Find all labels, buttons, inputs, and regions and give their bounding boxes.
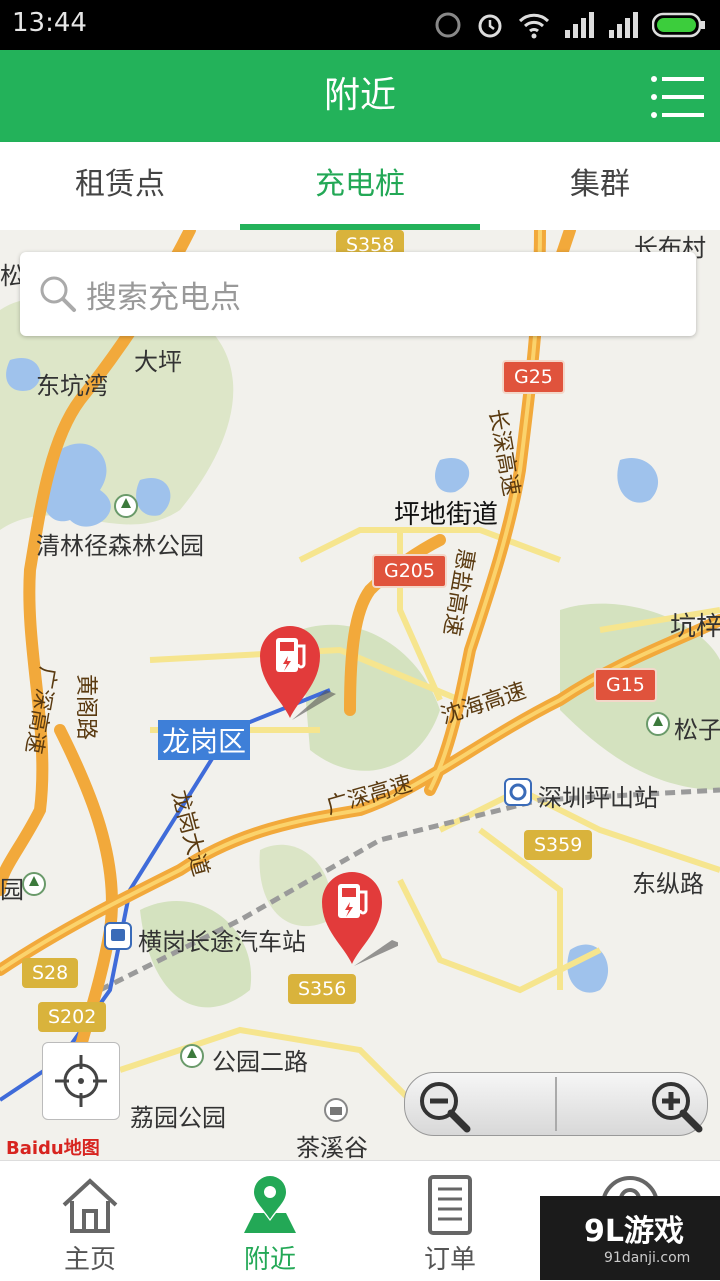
- bus-station-icon: [104, 922, 132, 950]
- park-icon: [114, 494, 138, 518]
- app-header: 附近: [0, 50, 720, 142]
- train-station-icon: [504, 778, 532, 806]
- road-shield-s28: S28: [22, 958, 79, 988]
- locate-me-button[interactable]: [42, 1042, 120, 1120]
- search-placeholder: 搜索充电点: [86, 280, 241, 316]
- status-time: 13:44: [12, 8, 87, 38]
- home-icon: [62, 1178, 118, 1233]
- zoom-control: [404, 1072, 708, 1136]
- map-road-huangge: 黄阁路: [73, 674, 98, 741]
- nav-nearby-label: 附近: [243, 1245, 296, 1275]
- search-icon: [40, 276, 76, 312]
- zoom-out-icon: [420, 1082, 471, 1133]
- road-shield-s356: S356: [288, 974, 357, 1004]
- watermark-main: 9L游戏: [584, 1214, 684, 1249]
- map-label-dongkengwan: 东坑湾: [36, 372, 108, 400]
- park-icon-2: [646, 712, 670, 736]
- battery-icon: [652, 12, 705, 38]
- map-label-yuan: 园: [0, 876, 24, 904]
- menu-button[interactable]: [650, 74, 706, 120]
- road-shield-s359: S359: [524, 830, 593, 860]
- map-label-chaxigu: 茶溪谷: [296, 1134, 368, 1160]
- map-label-longgang: 龙岗区: [158, 720, 251, 760]
- charging-station-marker[interactable]: [256, 620, 336, 720]
- order-document-icon: [428, 1175, 472, 1235]
- nav-nearby[interactable]: 附近: [180, 1161, 360, 1281]
- location-pin-icon: [244, 1176, 296, 1233]
- tab-rental-points[interactable]: 租赁点: [0, 142, 240, 230]
- signal-icon: [565, 12, 594, 38]
- map-label-dongzonglu: 东纵路: [632, 870, 704, 898]
- charging-marker-icon-2: [322, 872, 398, 966]
- map-label-henggang: 横岗长途汽车站: [138, 928, 306, 956]
- zoom-in-button[interactable]: [557, 1073, 707, 1135]
- road-shield-g15: G15: [594, 668, 657, 702]
- nav-orders-label: 订单: [423, 1245, 476, 1275]
- status-bar: 13:44: [0, 0, 720, 50]
- map-label-songzi: 松子: [674, 716, 720, 744]
- map-label-gongyuan: 公园二路: [212, 1048, 308, 1076]
- signal-icon-2: [609, 12, 638, 38]
- tab-charging-piles[interactable]: 充电桩: [240, 142, 480, 230]
- road-shield-s202: S202: [38, 1002, 107, 1032]
- list-menu-icon: [651, 76, 704, 118]
- nav-home-label: 主页: [63, 1245, 116, 1275]
- status-icons: [434, 10, 706, 40]
- baidu-map-logo: Baidu地图: [6, 1138, 100, 1159]
- watermark: 9L游戏 91danji.com: [540, 1196, 720, 1280]
- scenic-spot-icon: [324, 1098, 348, 1122]
- tab-bar: 租赁点 充电桩 集群: [0, 142, 720, 230]
- tab-cluster[interactable]: 集群: [480, 142, 720, 230]
- zoom-in-icon: [652, 1082, 703, 1133]
- watermark-sub: 91danji.com: [604, 1250, 691, 1266]
- map-label-kengzi: 坑梓: [670, 612, 720, 642]
- park-icon-4: [180, 1044, 204, 1068]
- map-label-qinglinjing: 清林径森林公园: [36, 532, 204, 560]
- map-view[interactable]: 长布村 松 大坪 东坑湾 清林径森林公园 坪地街道 坑梓 松子 龙岗区 深圳坪山…: [0, 230, 720, 1160]
- charging-station-marker-2[interactable]: [318, 866, 398, 966]
- search-charging-input[interactable]: 搜索充电点: [20, 252, 696, 336]
- charging-marker-icon: [260, 626, 336, 720]
- road-shield-g205: G205: [372, 554, 447, 588]
- crosshair-icon: [55, 1055, 107, 1107]
- nav-home[interactable]: 主页: [0, 1161, 180, 1281]
- page-title: 附近: [323, 75, 396, 116]
- alarm-icon: [478, 14, 502, 38]
- wifi-icon: [518, 13, 550, 39]
- road-shield-g25: G25: [502, 360, 565, 394]
- map-label-liyuan: 荔园公园: [130, 1104, 226, 1132]
- map-label-daping: 大坪: [134, 348, 182, 376]
- zoom-out-button[interactable]: [405, 1073, 555, 1135]
- map-label-pingdi: 坪地街道: [394, 500, 499, 530]
- map-label-pingshan-station: 深圳坪山站: [538, 784, 658, 812]
- sync-icon: [435, 12, 461, 38]
- park-icon-3: [22, 872, 46, 896]
- nav-orders[interactable]: 订单: [360, 1161, 540, 1281]
